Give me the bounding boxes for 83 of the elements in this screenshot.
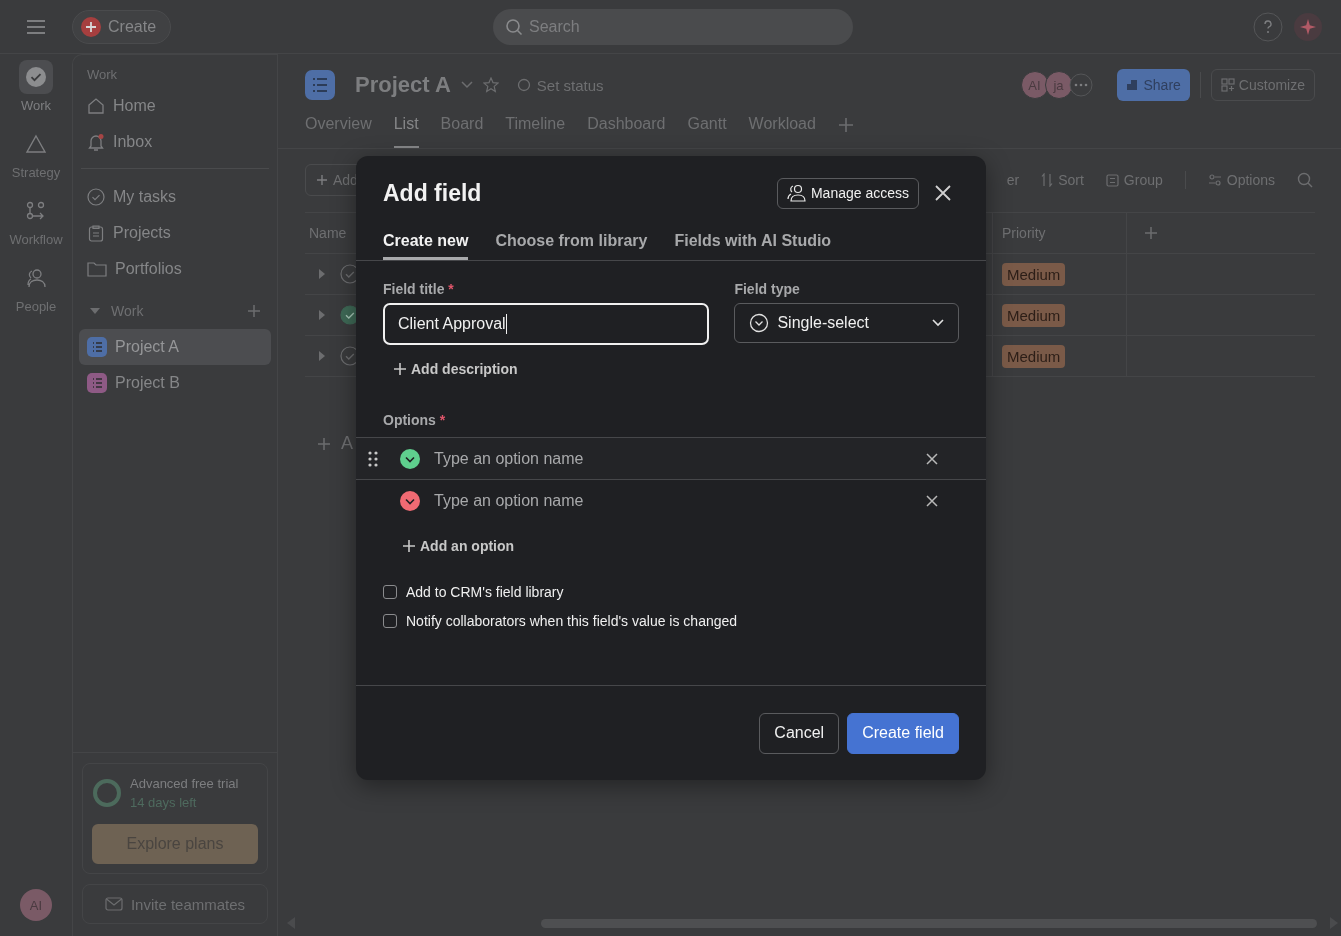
remove-icon[interactable] [926, 452, 938, 465]
nav-item[interactable]: Projects [79, 215, 271, 251]
add-column-icon[interactable] [1144, 226, 1158, 240]
plus-icon [80, 15, 102, 38]
dialog-tab[interactable]: Fields with AI Studio [674, 222, 832, 260]
chevron-down-icon [932, 319, 944, 327]
field-title-input[interactable]: Client Approval [383, 303, 710, 345]
project-item[interactable]: Project B [79, 365, 271, 401]
more-icon[interactable] [1068, 73, 1093, 97]
project-title: Project A [355, 72, 451, 98]
caret-icon[interactable] [89, 307, 101, 315]
sort-icon [1041, 173, 1054, 187]
plus-icon [394, 363, 406, 375]
checkbox-label[interactable]: Add to CRM's field library [406, 584, 564, 600]
workflow-icon [26, 201, 46, 221]
plus-icon[interactable] [837, 117, 854, 133]
add-description-button[interactable]: Add description [394, 361, 518, 377]
check-circle-icon [87, 188, 105, 206]
remove-icon[interactable] [926, 494, 938, 507]
trial-title: Advanced free trial [130, 776, 239, 791]
status-circle-icon [516, 78, 531, 92]
field-label: Options * [383, 412, 447, 428]
create-button[interactable]: Create [72, 9, 172, 44]
option-color-dot[interactable] [400, 490, 420, 511]
expand-caret-icon[interactable] [318, 269, 326, 279]
add-option-button[interactable]: Add an option [403, 538, 515, 554]
dialog-title: Add field [383, 179, 482, 207]
star-icon[interactable] [482, 77, 499, 93]
nav-item[interactable]: Portfolios [79, 251, 271, 287]
check-icon [25, 66, 47, 88]
grid-icon [1220, 78, 1235, 92]
option-name-input[interactable]: Type an option name [432, 448, 926, 469]
option-row[interactable]: Type an option name [356, 438, 986, 480]
bell-notification-icon [87, 133, 105, 151]
share-button[interactable]: Share [1116, 69, 1190, 101]
clipboard-icon [87, 224, 105, 242]
dialog-tab[interactable]: Choose from library [495, 222, 648, 260]
options-icon [1207, 174, 1222, 186]
expand-caret-icon[interactable] [318, 310, 326, 320]
field-label: Field title * [383, 281, 455, 297]
plus-icon [316, 174, 328, 186]
field-label: Field type [734, 281, 801, 297]
nav-item[interactable]: Inbox [79, 124, 271, 160]
option-color-dot[interactable] [400, 448, 420, 469]
home-icon [87, 97, 105, 115]
create-field-button[interactable]: Create field [847, 712, 959, 754]
plus-icon [317, 436, 331, 451]
checkbox[interactable] [383, 614, 397, 628]
plus-icon[interactable] [247, 304, 261, 318]
people-icon [786, 184, 807, 202]
progress-ring-icon [92, 778, 122, 808]
project-list-icon [305, 70, 335, 100]
menu-icon[interactable] [26, 18, 46, 35]
people-icon [25, 268, 47, 288]
field-type-dropdown[interactable]: Single-select [734, 303, 959, 343]
priority-tag[interactable]: Medium [1002, 303, 1066, 327]
project-item[interactable]: Project A [79, 329, 271, 365]
sparkle-icon[interactable] [1293, 11, 1323, 42]
dialog-tab[interactable]: Create new [383, 222, 469, 260]
priority-tag[interactable]: Medium [1002, 262, 1066, 286]
priority-tag[interactable]: Medium [1002, 344, 1066, 368]
mail-icon [104, 897, 123, 911]
nav-item[interactable]: Home [79, 88, 271, 124]
nav-item[interactable]: My tasks [79, 179, 271, 215]
search-icon[interactable] [1297, 172, 1313, 188]
folder-icon [87, 260, 107, 278]
chevron-circle-icon [749, 313, 770, 333]
plus-icon [403, 540, 415, 552]
expand-caret-icon[interactable] [318, 351, 326, 361]
checkbox-label[interactable]: Notify collaborators when this field's value is changed [406, 613, 738, 629]
triangle-icon [25, 134, 47, 154]
group-icon [1105, 173, 1119, 187]
option-name-input[interactable]: Type an option name [432, 490, 926, 511]
search-icon [505, 17, 524, 36]
view-tab[interactable]: List [393, 102, 419, 148]
manage-access-button[interactable]: Manage access [776, 177, 919, 209]
checkbox[interactable] [383, 585, 397, 599]
close-icon[interactable] [935, 185, 951, 201]
option-row[interactable]: Type an option name [356, 480, 986, 522]
help-icon[interactable] [1253, 11, 1283, 42]
drag-handle-icon[interactable] [368, 450, 378, 467]
cancel-button[interactable]: Cancel [759, 712, 840, 754]
chevron-down-icon[interactable] [460, 81, 473, 89]
